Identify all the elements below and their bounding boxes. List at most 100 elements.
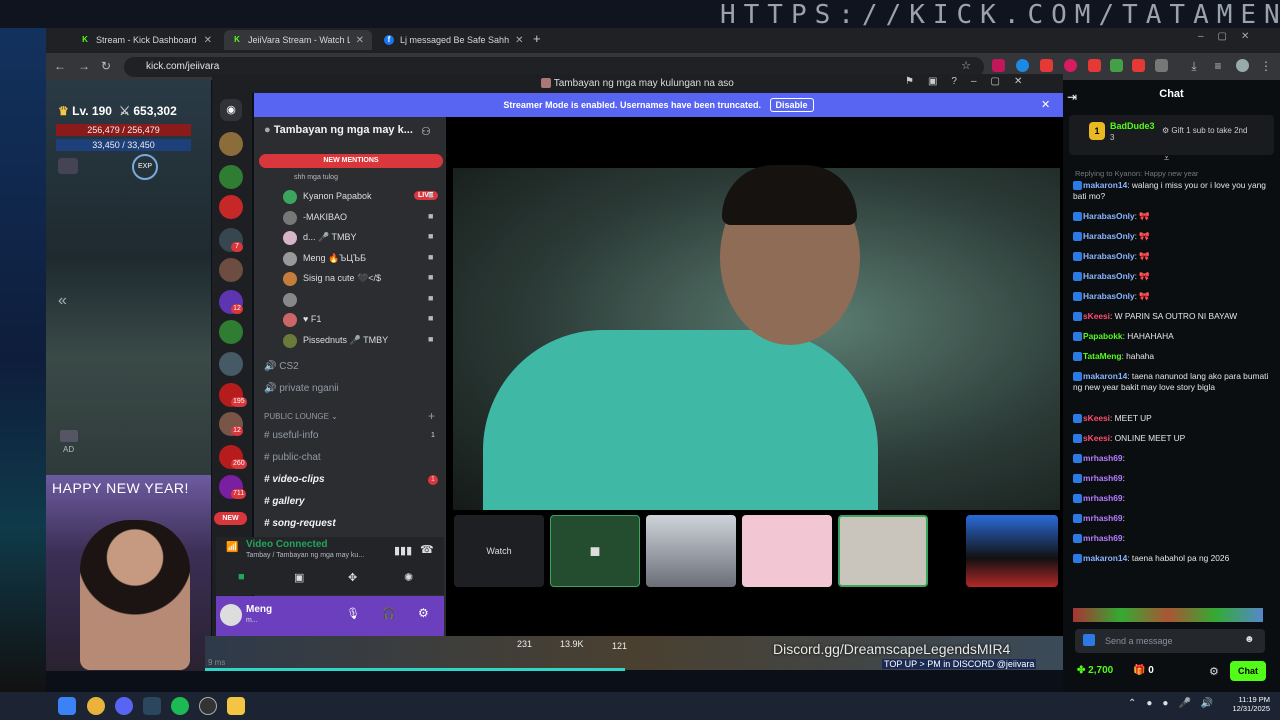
discord-home-icon[interactable]: ◉ xyxy=(220,99,242,121)
reload-icon[interactable]: ↻ xyxy=(98,58,114,74)
server-icon[interactable] xyxy=(219,165,243,189)
discord-icon[interactable] xyxy=(115,697,133,715)
server-icon[interactable] xyxy=(219,352,243,376)
chat-username[interactable]: Papabokk xyxy=(1083,331,1123,341)
emote-strip[interactable] xyxy=(1073,608,1263,622)
back-icon[interactable]: ← xyxy=(52,58,68,74)
window-controls[interactable]: –▢✕ xyxy=(1198,31,1263,42)
voice-user-name[interactable]: Pissednuts 🎤 TMBY xyxy=(303,333,388,348)
extension-icon[interactable] xyxy=(992,59,1005,72)
voice-user-name[interactable]: d... 🎤 TMBY xyxy=(303,230,357,245)
extension-icon[interactable] xyxy=(1088,59,1101,72)
mail-icon[interactable] xyxy=(58,158,78,174)
extension-icon[interactable] xyxy=(1132,59,1145,72)
exp-icon[interactable]: EXP xyxy=(132,154,158,180)
chat-username[interactable]: mrhash69 xyxy=(1083,473,1123,483)
video-ad-icon[interactable] xyxy=(60,430,78,442)
voice-user-name[interactable]: ♥ F1 xyxy=(303,312,321,327)
banner-close-icon[interactable]: ✕ xyxy=(1041,98,1050,111)
avatar[interactable] xyxy=(220,604,242,626)
avatar[interactable] xyxy=(1236,59,1249,72)
soundboard-icon[interactable]: ✺ xyxy=(404,571,413,584)
extension-icon[interactable] xyxy=(1064,59,1077,72)
chat-username[interactable]: HarabasOnly xyxy=(1083,251,1135,261)
server-icon[interactable] xyxy=(219,320,243,344)
chat-username[interactable]: HarabasOnly xyxy=(1083,271,1135,281)
close-icon[interactable]: ✕ xyxy=(204,35,212,46)
send-chat-button[interactable]: Chat xyxy=(1230,661,1266,681)
watch-tile[interactable]: Watch xyxy=(454,515,544,587)
browser-tab[interactable]: f Lj messaged Be Safe Sahh ✕ xyxy=(376,30,526,50)
chat-username[interactable]: makaron14 xyxy=(1083,553,1127,563)
voice-connected-label[interactable]: Video Connected xyxy=(246,539,328,550)
chat-username[interactable]: mrhash69 xyxy=(1083,513,1123,523)
emoji-icon[interactable]: ☻ xyxy=(1244,634,1255,645)
new-tab-button[interactable]: + xyxy=(533,31,541,46)
avatar[interactable] xyxy=(283,210,297,225)
voice-channel-path[interactable]: Tambay / Tambayan ng mga may ku... xyxy=(246,552,364,559)
voice-user-name[interactable]: Kyanon Papabok xyxy=(303,189,372,204)
close-icon[interactable]: ✕ xyxy=(356,35,364,46)
browser-tab[interactable]: K Stream - Kick Dashboard ✕ xyxy=(72,30,220,50)
settings-gear-icon[interactable]: ⚙ xyxy=(418,606,429,620)
channel-gallery[interactable]: # gallery xyxy=(264,493,305,511)
microphone-icon[interactable]: 🎙 xyxy=(346,607,360,620)
clock[interactable]: 11:19 PM 12/31/2025 xyxy=(1226,695,1270,713)
channel-video-clips[interactable]: # video-clips xyxy=(264,471,325,489)
close-icon[interactable]: ✕ xyxy=(515,35,523,46)
new-mentions-pill[interactable]: NEW MENTIONS xyxy=(259,154,443,168)
chat-username[interactable]: HarabasOnly xyxy=(1083,231,1135,241)
avatar[interactable] xyxy=(283,272,297,286)
expand-pins-icon[interactable]: ⩡ xyxy=(1164,153,1169,164)
camera-icon[interactable]: ■ xyxy=(238,571,245,583)
extension-icon[interactable] xyxy=(1110,59,1123,72)
voice-channel-cs2[interactable]: 🔊 CS2 xyxy=(264,358,299,376)
gift-count[interactable]: 🎁 0 xyxy=(1133,665,1154,676)
channel-song-request[interactable]: # song-request xyxy=(264,515,336,533)
folder-icon[interactable] xyxy=(227,697,245,715)
kebab-menu-icon[interactable]: ⋮ xyxy=(1258,58,1274,74)
chat-username[interactable]: HarabasOnly xyxy=(1083,291,1135,301)
participant-tile[interactable] xyxy=(646,515,736,587)
chat-input[interactable]: Send a message xyxy=(1075,629,1265,653)
participant-tile[interactable] xyxy=(742,515,832,587)
avatar[interactable] xyxy=(283,313,297,327)
avatar[interactable] xyxy=(283,292,297,307)
server-icon[interactable] xyxy=(219,132,243,156)
pinned-user[interactable]: BadDude3 xyxy=(1110,121,1155,131)
chat-username[interactable]: mrhash69 xyxy=(1083,493,1123,503)
bookmark-star-icon[interactable]: ☆ xyxy=(958,58,974,74)
menu-list-icon[interactable]: ≡ xyxy=(1210,58,1226,74)
puzzle-icon[interactable] xyxy=(1155,59,1168,72)
extension-icon[interactable] xyxy=(1040,59,1053,72)
title-actions[interactable]: ⚑▣?–▢✕ xyxy=(905,76,1036,87)
participant-tile[interactable] xyxy=(838,515,928,587)
avatar[interactable] xyxy=(283,333,297,348)
noise-suppression-icon[interactable]: ▮▮▮ xyxy=(394,544,412,557)
server-icon[interactable] xyxy=(219,195,243,219)
chat-username[interactable]: TataMeng xyxy=(1083,351,1121,361)
voice-channel-private[interactable]: 🔊 private nganii xyxy=(264,380,339,398)
chat-username[interactable]: makaron14 xyxy=(1083,371,1127,381)
spotify-icon[interactable] xyxy=(171,697,189,715)
server-name[interactable]: ● Tambayan ng mga may k... xyxy=(264,124,413,136)
headphones-icon[interactable]: 🎧 xyxy=(382,607,396,620)
avatar[interactable] xyxy=(283,251,297,266)
chat-username[interactable]: makaron14 xyxy=(1083,180,1127,190)
system-tray[interactable]: ⌃●●🎤🔊 xyxy=(1128,698,1223,709)
chrome-icon[interactable] xyxy=(87,697,105,715)
chat-username[interactable]: mrhash69 xyxy=(1083,533,1123,543)
disable-button[interactable]: Disable xyxy=(769,98,814,112)
channel-useful-info[interactable]: # useful-info xyxy=(264,427,318,445)
chat-username[interactable]: mrhash69 xyxy=(1083,453,1123,463)
obs-icon[interactable] xyxy=(199,697,217,715)
voice-user-name[interactable]: Meng 🔥ЪЦЪБ xyxy=(303,251,366,266)
forward-icon[interactable]: → xyxy=(76,58,92,74)
extension-icon[interactable] xyxy=(1016,59,1029,72)
screen-share-icon[interactable]: ▣ xyxy=(294,571,304,584)
chat-settings-icon[interactable]: ⚙ xyxy=(1209,665,1219,678)
avatar[interactable] xyxy=(283,231,297,245)
chat-username[interactable]: sKeesi xyxy=(1083,413,1110,423)
browser-tab-active[interactable]: K JeiiVara Stream - Watch Live on ✕ xyxy=(224,30,372,50)
new-badge[interactable]: NEW xyxy=(214,512,247,525)
